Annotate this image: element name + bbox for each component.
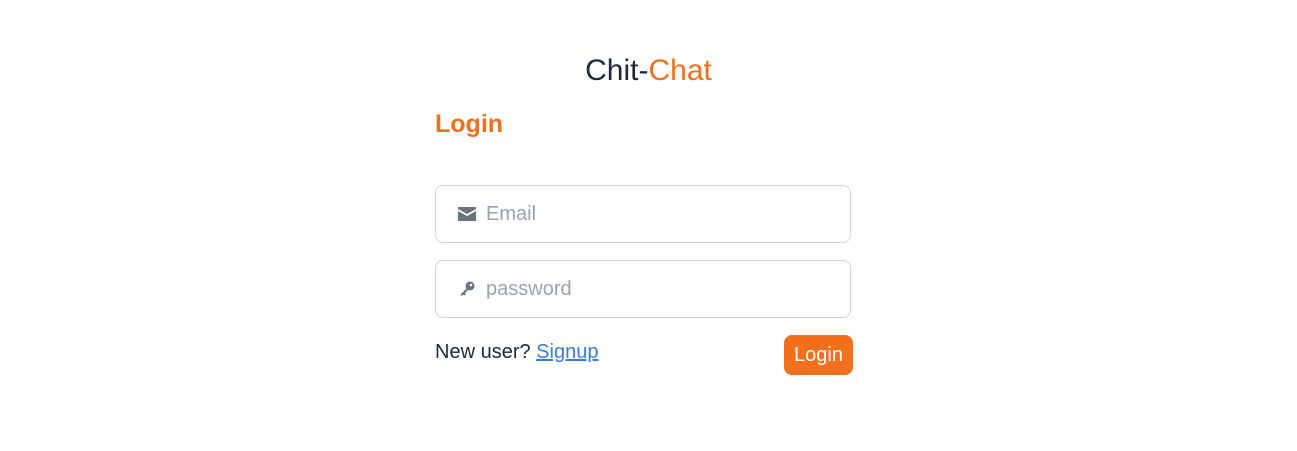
signup-prompt: New user? Signup [435,339,598,365]
login-heading: Login [435,110,504,138]
key-icon [456,278,478,300]
signup-link[interactable]: Signup [536,341,598,363]
envelope-icon [456,203,478,225]
email-input[interactable] [486,186,836,242]
new-user-text: New user? [435,341,531,363]
password-field[interactable] [435,260,851,318]
email-field[interactable] [435,185,851,243]
password-input[interactable] [486,261,836,317]
login-button[interactable]: Login [784,335,853,375]
app-title-part2: Chat [648,54,712,87]
app-title: Chit-Chat [0,52,1297,90]
app-title-part1: Chit- [585,54,649,87]
